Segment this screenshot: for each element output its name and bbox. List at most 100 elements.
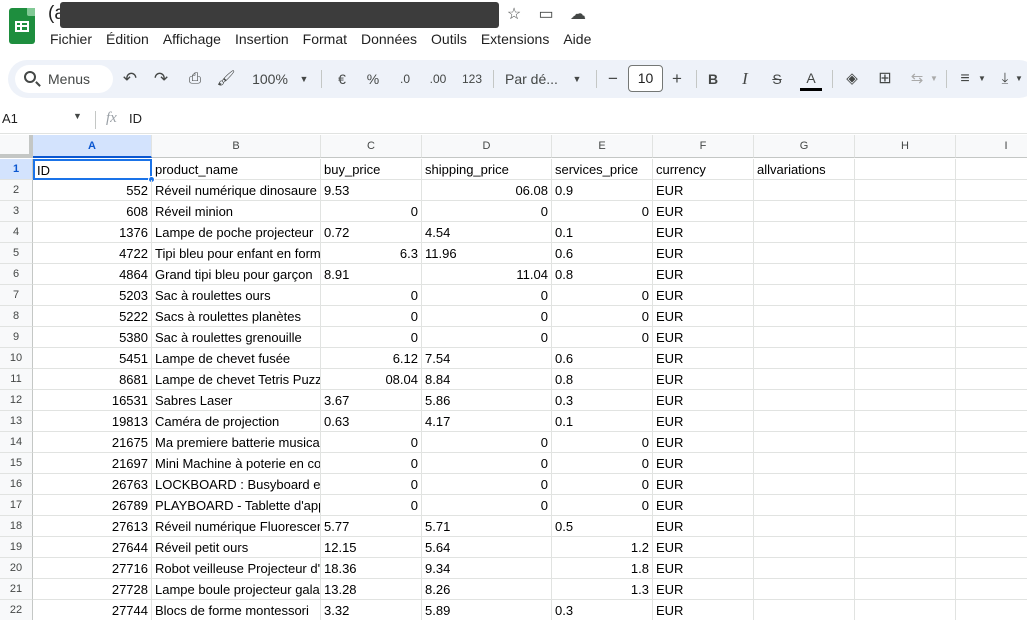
currency-cell[interactable]: EUR <box>653 327 754 348</box>
currency-cell[interactable]: EUR <box>653 222 754 243</box>
bold-button[interactable]: B <box>705 60 721 98</box>
row-header[interactable]: 4 <box>0 222 33 243</box>
product-name-cell[interactable]: Caméra de projection <box>152 411 321 432</box>
cell[interactable] <box>754 495 855 516</box>
id-cell[interactable]: 5222 <box>33 306 152 327</box>
services-price-cell[interactable]: 0 <box>552 201 653 222</box>
id-cell[interactable]: 8681 <box>33 369 152 390</box>
product-name-cell[interactable]: Ma premiere batterie musicale <box>152 432 321 453</box>
fill-color-icon[interactable]: ◈ <box>842 60 862 98</box>
cell[interactable] <box>956 264 1027 285</box>
product-name-cell[interactable]: Sabres Laser <box>152 390 321 411</box>
column-header[interactable]: B <box>152 135 321 158</box>
cell[interactable] <box>956 516 1027 537</box>
product-name-cell[interactable]: Robot veilleuse Projecteur d'étoiles <box>152 558 321 579</box>
row-header[interactable]: 10 <box>0 348 33 369</box>
buy-price-cell[interactable]: 6.12 <box>321 348 422 369</box>
cell[interactable] <box>855 579 956 600</box>
buy-price-cell[interactable]: 0 <box>321 285 422 306</box>
menu-item[interactable]: Aide <box>563 30 591 50</box>
services-price-cell[interactable]: 0 <box>552 285 653 306</box>
valign-dropdown-icon[interactable]: ▼ <box>1014 60 1024 98</box>
menu-item[interactable]: Extensions <box>481 30 549 50</box>
row-header[interactable]: 7 <box>0 285 33 306</box>
cell[interactable] <box>956 201 1027 222</box>
cell[interactable] <box>754 537 855 558</box>
shipping-price-cell[interactable]: 06.08 <box>422 180 552 201</box>
cell[interactable] <box>754 600 855 620</box>
services-price-cell[interactable]: 0.1 <box>552 222 653 243</box>
cell[interactable] <box>754 306 855 327</box>
services-price-cell[interactable]: 0.3 <box>552 390 653 411</box>
cell[interactable] <box>956 180 1027 201</box>
currency-cell[interactable]: EUR <box>653 180 754 201</box>
product-name-cell[interactable]: Tipi bleu pour enfant en form <box>152 243 321 264</box>
product-name-cell[interactable]: Lampe boule projecteur galaxie <box>152 579 321 600</box>
row-header[interactable]: 16 <box>0 474 33 495</box>
id-cell[interactable]: 27644 <box>33 537 152 558</box>
shipping-price-cell[interactable]: 0 <box>422 453 552 474</box>
id-cell[interactable]: 5203 <box>33 285 152 306</box>
move-to-folder-icon[interactable]: ▭ <box>536 6 556 24</box>
font-family-select[interactable]: Par dé... <box>505 60 567 98</box>
cell[interactable] <box>754 453 855 474</box>
header-cell[interactable]: shipping_price <box>422 159 552 180</box>
product-name-cell[interactable]: Réveil petit ours <box>152 537 321 558</box>
id-cell[interactable]: 21697 <box>33 453 152 474</box>
cell[interactable] <box>754 348 855 369</box>
shipping-price-cell[interactable]: 5.86 <box>422 390 552 411</box>
currency-cell[interactable]: EUR <box>653 201 754 222</box>
merge-cells-icon[interactable]: ⇆ <box>907 60 927 98</box>
row-header[interactable]: 13 <box>0 411 33 432</box>
row-header[interactable]: 22 <box>0 600 33 620</box>
cell[interactable] <box>855 453 956 474</box>
cell[interactable] <box>754 558 855 579</box>
shipping-price-cell[interactable]: 0 <box>422 327 552 348</box>
redo-icon[interactable]: ↷ <box>151 60 171 98</box>
header-cell[interactable]: currency <box>653 159 754 180</box>
row-header[interactable]: 17 <box>0 495 33 516</box>
menu-item[interactable]: Fichier <box>50 30 92 50</box>
shipping-price-cell[interactable]: 0 <box>422 285 552 306</box>
print-icon[interactable]: ⎙ <box>184 60 206 98</box>
services-price-cell[interactable]: 0.8 <box>552 264 653 285</box>
cell[interactable] <box>855 285 956 306</box>
currency-cell[interactable]: EUR <box>653 432 754 453</box>
currency-cell[interactable]: EUR <box>653 369 754 390</box>
font-dropdown-icon[interactable]: ▼ <box>571 60 583 98</box>
cell[interactable] <box>754 579 855 600</box>
product-name-cell[interactable]: Lampe de chevet fusée <box>152 348 321 369</box>
buy-price-cell[interactable]: 0 <box>321 474 422 495</box>
id-cell[interactable]: 26763 <box>33 474 152 495</box>
column-header[interactable]: E <box>552 135 653 158</box>
buy-price-cell[interactable]: 13.28 <box>321 579 422 600</box>
product-name-cell[interactable]: Lampe de chevet Tetris Puzzle <box>152 369 321 390</box>
column-header[interactable]: H <box>855 135 956 158</box>
currency-cell[interactable]: EUR <box>653 348 754 369</box>
row-header[interactable]: 6 <box>0 264 33 285</box>
product-name-cell[interactable]: Lampe de poche projecteur <box>152 222 321 243</box>
currency-cell[interactable]: EUR <box>653 516 754 537</box>
row-header[interactable]: 15 <box>0 453 33 474</box>
strikethrough-button[interactable]: S <box>769 60 785 98</box>
product-name-cell[interactable]: Réveil numérique dinosaure <box>152 180 321 201</box>
cell[interactable] <box>956 159 1027 180</box>
buy-price-cell[interactable]: 0 <box>321 306 422 327</box>
id-cell[interactable]: 5380 <box>33 327 152 348</box>
cell[interactable] <box>855 159 956 180</box>
buy-price-cell[interactable]: 3.67 <box>321 390 422 411</box>
cell[interactable] <box>855 474 956 495</box>
currency-cell[interactable]: EUR <box>653 579 754 600</box>
services-price-cell[interactable]: 1.3 <box>552 579 653 600</box>
row-header[interactable]: 1 <box>0 159 33 180</box>
cell[interactable] <box>956 453 1027 474</box>
currency-cell[interactable]: EUR <box>653 474 754 495</box>
shipping-price-cell[interactable]: 9.34 <box>422 558 552 579</box>
services-price-cell[interactable]: 0 <box>552 495 653 516</box>
services-price-cell[interactable]: 0.8 <box>552 369 653 390</box>
name-box-dropdown-icon[interactable]: ▼ <box>73 111 82 121</box>
cell[interactable] <box>855 180 956 201</box>
column-header[interactable]: I <box>956 135 1027 158</box>
currency-cell[interactable]: EUR <box>653 600 754 620</box>
star-icon[interactable]: ☆ <box>504 6 524 24</box>
